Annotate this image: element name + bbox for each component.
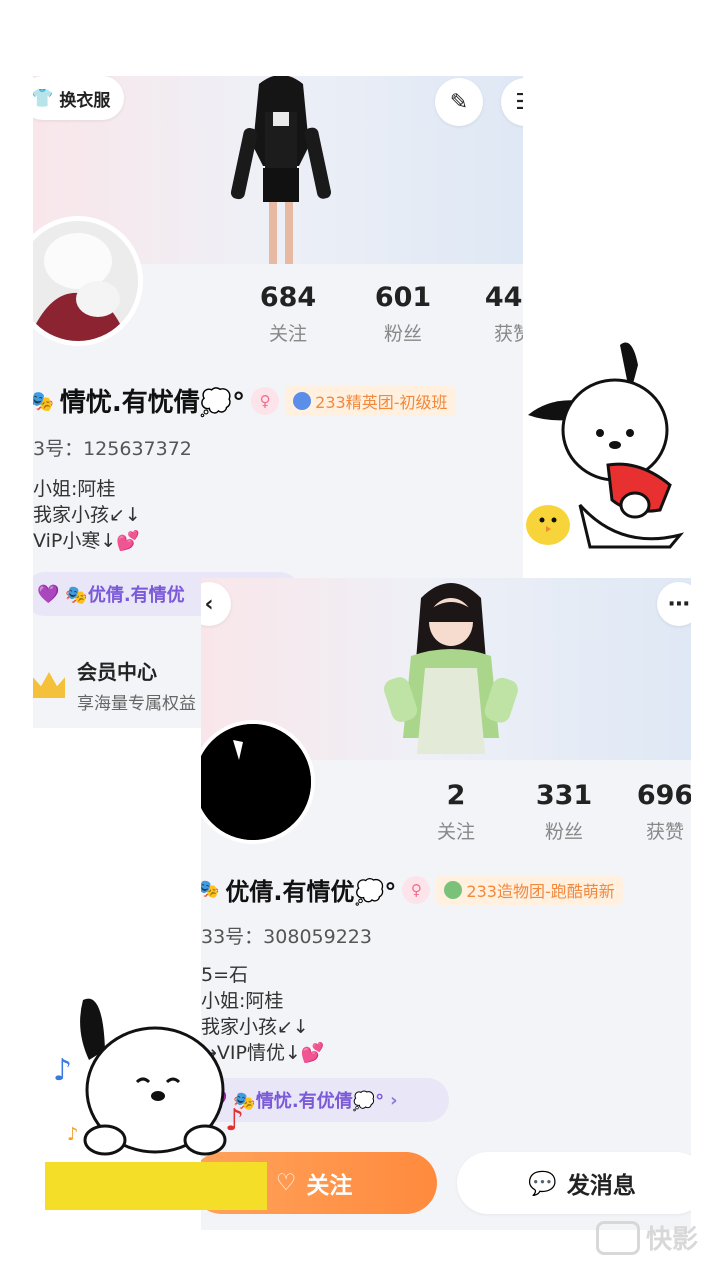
bio-line: 5=石 <box>201 964 249 986</box>
svg-text:♪: ♪ <box>53 1053 72 1088</box>
username: 优倩.有情优💭° <box>225 878 397 906</box>
stat-following[interactable]: 2 关注 <box>416 780 496 844</box>
vip-title: 会员中心 <box>77 660 157 684</box>
name-row: 🎭 优倩.有情优💭° ♀ 233造物团-跑酷萌新 <box>201 872 623 907</box>
message-label: 发消息 <box>566 1173 636 1199</box>
team-badge-label: 233造物团-跑酷萌新 <box>466 881 615 901</box>
pochacco-sticker <box>526 342 685 549</box>
stat-number: 445 <box>484 282 523 313</box>
bio-line: ViP小寒↓💕 <box>33 530 140 552</box>
stat-label: 粉丝 <box>383 323 422 345</box>
change-outfit-label: 换衣服 <box>59 90 111 111</box>
stat-label: 获赞 <box>493 323 523 345</box>
mask-icon: 🎭 <box>201 879 220 900</box>
stat-label: 粉丝 <box>544 821 583 843</box>
shirt-icon: 👕 <box>33 87 54 109</box>
follow-label: 关注 <box>306 1173 353 1199</box>
stat-label: 关注 <box>268 323 307 345</box>
chevron-left-icon: ‹ <box>204 591 214 617</box>
team-badge-icon <box>444 880 463 899</box>
add-follow-icon: ♡ <box>275 1170 297 1196</box>
stat-following[interactable]: 684 关注 <box>248 282 328 346</box>
stat-followers[interactable]: 601 粉丝 <box>363 282 443 346</box>
kuaiying-watermark: 快影 <box>595 1219 698 1256</box>
chat-icon: 💬 <box>528 1170 557 1197</box>
stat-likes[interactable]: 445 获赞 <box>473 282 523 346</box>
bio-line: 我家小孩↙↓ <box>33 504 141 526</box>
menu-icon: ☰ <box>515 90 523 115</box>
watermark-text: 快影 <box>645 1225 698 1255</box>
vip-subtitle: 享海量专属权益 <box>77 694 196 714</box>
heart-icon: 💜 <box>37 583 60 605</box>
bio: 小姐:阿桂 我家小孩↙↓ ViP小寒↓💕 <box>33 476 141 554</box>
stat-followers[interactable]: 331 粉丝 <box>524 780 604 844</box>
stat-number: 684 <box>259 282 317 313</box>
team-badge[interactable]: 233精英团-初级班 <box>285 385 456 416</box>
name-row: 🎭 情忧.有忧倩💭° ♀ 233精英团-初级班 <box>33 382 456 419</box>
bio-line: 小姐:阿桂 <box>33 478 116 500</box>
gender-female-icon: ♀ <box>251 386 280 415</box>
edit-button[interactable]: ✎ <box>435 78 483 126</box>
team-badge-label: 233精英团-初级班 <box>315 392 448 412</box>
chevron-right-icon: › <box>390 1089 398 1111</box>
stat-likes[interactable]: 696 获赞 <box>625 780 691 844</box>
username: 情忧.有忧倩💭° <box>59 388 246 418</box>
avatar-image <box>33 221 138 341</box>
stat-number: 696 <box>636 780 691 811</box>
svg-text:♪: ♪ <box>67 1124 79 1145</box>
mask-icon: 🎭 <box>33 388 54 413</box>
change-outfit-button[interactable]: 👕 换衣服 <box>33 76 125 120</box>
pencil-icon: ✎ <box>449 89 469 115</box>
stat-label: 关注 <box>436 821 475 843</box>
team-badge-icon <box>293 391 312 410</box>
vip-center[interactable]: 会员中心 享海量专属权益 <box>33 656 196 714</box>
user-id: 33号：308059223 <box>201 926 372 948</box>
stat-number: 2 <box>446 780 466 811</box>
avatar-image <box>201 724 311 840</box>
stat-number: 331 <box>535 780 593 811</box>
more-icon: ⋯ <box>668 591 690 617</box>
send-message-button[interactable]: 💬 发消息 <box>457 1152 691 1214</box>
avatar[interactable] <box>201 720 315 844</box>
svg-text:♪: ♪ <box>225 1103 244 1138</box>
crown-icon <box>33 672 65 698</box>
avatar-figure <box>384 583 518 754</box>
gender-female-icon: ♀ <box>402 875 431 904</box>
avatar-figure <box>230 76 332 264</box>
stat-number: 601 <box>374 282 432 313</box>
pochacco-music-sticker: ♪ ♪ ♪ <box>45 998 267 1210</box>
video-camera-icon <box>595 1220 640 1255</box>
friend-chip-label: 🎭优倩.有情优 <box>65 585 185 606</box>
stat-label: 获赞 <box>645 821 684 843</box>
team-badge[interactable]: 233造物团-跑酷萌新 <box>436 874 623 905</box>
user-id: 3号：125637372 <box>33 438 192 460</box>
